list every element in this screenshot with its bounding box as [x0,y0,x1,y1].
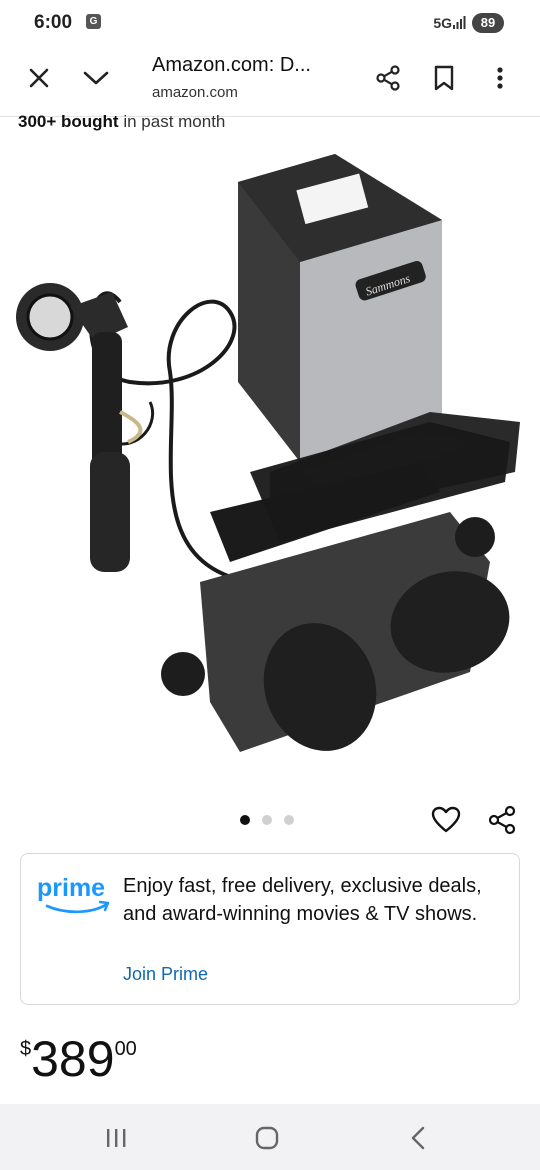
price-fraction: 00 [114,1038,137,1060]
prime-promo-card[interactable]: prime Enjoy fast, free delivery, exclusi… [20,853,520,1005]
chevron-down-icon[interactable] [78,60,114,96]
back-icon[interactable] [398,1118,438,1158]
purchase-count-rest: in past month [118,112,226,131]
product-image[interactable]: Sammons [0,142,540,802]
system-nav-bar [0,1104,540,1170]
status-bar: 6:00 G 5G 89 [0,0,540,48]
page-url[interactable]: amazon.com [152,84,238,101]
page-title[interactable]: Amazon.com: D... [152,54,311,77]
price-symbol: $ [20,1038,32,1060]
bookmark-icon[interactable] [426,60,462,96]
prime-logo: prime [37,874,110,914]
browser-top-bar: Amazon.com: D... amazon.com [0,48,540,117]
carousel-dot-2[interactable] [262,815,272,825]
network-type: 5G [433,15,452,31]
close-icon[interactable] [21,60,57,96]
recent-apps-icon[interactable] [96,1118,136,1158]
share-product-icon[interactable] [484,802,520,838]
share-icon[interactable] [370,60,406,96]
price-whole: 389 [31,1031,115,1087]
home-icon[interactable] [247,1118,287,1158]
app-notification-icon: G [86,14,101,29]
status-time: 6:00 [34,12,73,33]
prime-logo-text: prime [37,874,105,902]
signal-icon [453,16,466,29]
purchase-count: 300+ bought in past month [18,112,225,132]
prime-message: Enjoy fast, free delivery, exclusive dea… [123,875,482,925]
purchase-count-bold: 300+ bought [18,112,119,131]
more-vert-icon[interactable] [482,60,518,96]
carousel-dot-1[interactable] [240,815,250,825]
product-price: $38900 [20,1030,137,1088]
battery-badge: 89 [472,13,504,33]
carousel-dot-3[interactable] [284,815,294,825]
join-prime-link[interactable]: Join Prime [123,964,208,985]
image-carousel-dots [240,815,294,827]
wishlist-heart-icon[interactable] [428,802,464,838]
